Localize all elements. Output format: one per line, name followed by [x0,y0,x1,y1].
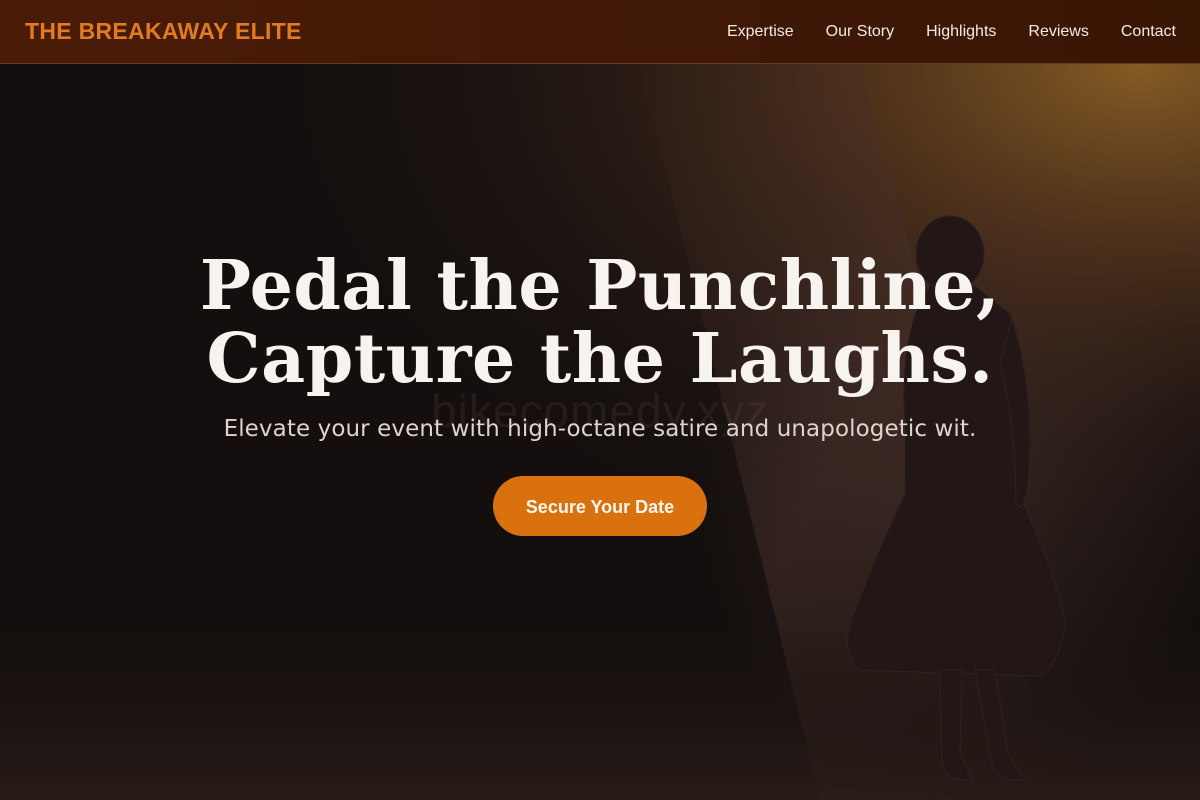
nav-link-our-story[interactable]: Our Story [826,23,894,41]
hero-subtitle: Elevate your event with high-octane sati… [223,416,977,442]
secure-date-button[interactable]: Secure Your Date [493,476,707,536]
nav-link-expertise[interactable]: Expertise [727,23,794,41]
brand-logo[interactable]: THE BREAKAWAY ELITE [25,18,302,45]
hero-content: Pedal the Punchline, Capture the Laughs.… [0,250,1200,536]
top-navbar: THE BREAKAWAY ELITE Expertise Our Story … [0,0,1200,64]
nav-links: Expertise Our Story Highlights Reviews C… [695,23,1176,41]
nav-link-reviews[interactable]: Reviews [1028,23,1088,41]
hero-section: bikecomedy.xyz Pedal the Punchline, Capt… [0,64,1200,800]
hero-title-line-2: Capture the Laughs. [206,319,994,399]
hero-title: Pedal the Punchline, Capture the Laughs. [0,250,1200,396]
hero-title-line-1: Pedal the Punchline, [199,246,1001,326]
nav-link-contact[interactable]: Contact [1121,23,1176,41]
nav-link-highlights[interactable]: Highlights [926,23,996,41]
